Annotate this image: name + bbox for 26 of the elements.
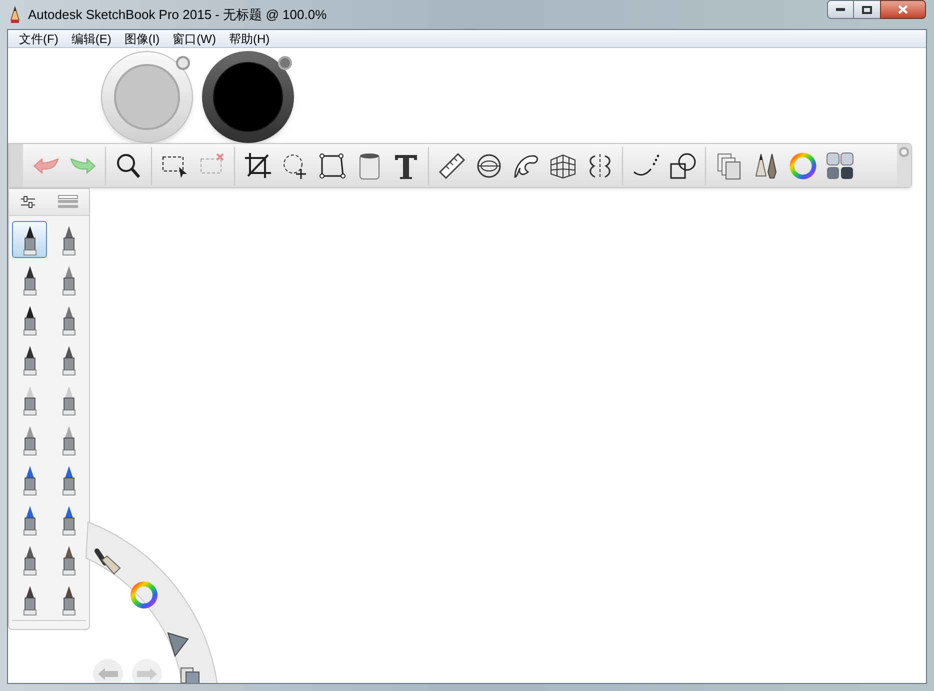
pencil-icon: [8, 6, 22, 24]
layers-icon[interactable]: [180, 668, 200, 683]
minimize-button[interactable]: [827, 0, 854, 19]
maximize-button[interactable]: [854, 0, 880, 19]
menu-item[interactable]: 帮助(H): [224, 30, 275, 48]
close-button[interactable]: [880, 0, 926, 19]
color-puck[interactable]: [202, 51, 294, 143]
toolbar-handle[interactable]: [897, 144, 911, 187]
puck-handle[interactable]: [176, 56, 190, 70]
swatch-grid-icon: [824, 150, 856, 182]
menu-item[interactable]: 图像(I): [119, 30, 165, 48]
sliders-icon[interactable]: [20, 195, 36, 209]
window-title: Autodesk SketchBook Pro 2015 - 无标题 @ 100.0%: [28, 6, 327, 24]
puck-handle[interactable]: [278, 56, 292, 70]
minimize-icon: [836, 8, 845, 11]
list-icon[interactable]: [58, 195, 78, 209]
color-wheel-icon[interactable]: [130, 582, 158, 608]
menu-item[interactable]: 窗口(W): [168, 30, 221, 48]
brush-preset[interactable]: [12, 221, 47, 258]
close-icon: [898, 5, 908, 14]
toolbar-grip[interactable]: [9, 144, 23, 187]
maximize-icon: [862, 6, 872, 14]
menu-item[interactable]: 文件(F): [14, 30, 64, 48]
menu-item[interactable]: 编辑(E): [66, 30, 116, 48]
cursor-arrow-icon[interactable]: [167, 632, 189, 658]
paintbrush-icon[interactable]: [94, 548, 121, 575]
